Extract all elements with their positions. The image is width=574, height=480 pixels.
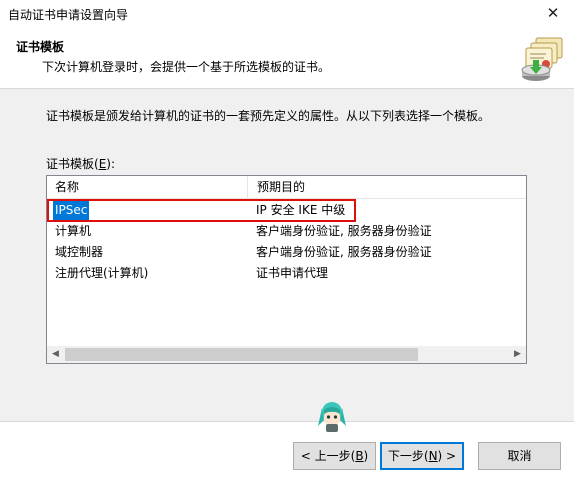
page-title: 证书模板: [16, 40, 65, 54]
list-item-name: 注册代理(计算机): [55, 266, 149, 280]
selection-highlight-box: [47, 199, 356, 222]
list-item-purpose: 客户端身份验证, 服务器身份验证: [256, 224, 432, 238]
back-button[interactable]: < 上一步(B): [293, 442, 376, 470]
list-item-enrollment-agent[interactable]: 注册代理(计算机) 证书申请代理: [47, 263, 526, 284]
scroll-right-icon[interactable]: ▶: [509, 346, 526, 363]
template-list-label: 证书模板(E):: [46, 157, 116, 171]
list-item-purpose: 客户端身份验证, 服务器身份验证: [256, 245, 432, 259]
column-header-purpose[interactable]: 预期目的: [249, 176, 526, 198]
cancel-button[interactable]: 取消: [478, 442, 561, 470]
list-item-purpose: 证书申请代理: [256, 266, 329, 280]
description-text: 证书模板是颁发给计算机的证书的一套预先定义的属性。从以下列表选择一个模板。: [46, 109, 491, 123]
list-item-name: 计算机: [55, 224, 92, 238]
list-item-name: 域控制器: [55, 245, 104, 259]
mascot-icon: [318, 402, 346, 432]
template-list[interactable]: 名称 预期目的 IPSec IP 安全 IKE 中级 计算机 客户端身份验证, …: [46, 175, 527, 364]
list-item-computer[interactable]: 计算机 客户端身份验证, 服务器身份验证: [47, 221, 526, 242]
wizard-body: 证书模板是颁发给计算机的证书的一套预先定义的属性。从以下列表选择一个模板。 证书…: [0, 89, 574, 421]
list-item-domain-controller[interactable]: 域控制器 客户端身份验证, 服务器身份验证: [47, 242, 526, 263]
next-button[interactable]: 下一步(N) >: [380, 442, 464, 470]
wizard-header: 证书模板 下次计算机登录时，会提供一个基于所选模板的证书。: [0, 28, 574, 88]
footer-divider: [0, 421, 574, 422]
page-subtitle: 下次计算机登录时，会提供一个基于所选模板的证书。: [42, 60, 331, 74]
scroll-left-icon[interactable]: ◀: [47, 346, 64, 363]
close-icon[interactable]: ✕: [538, 2, 568, 24]
scrollbar-thumb[interactable]: [65, 348, 418, 361]
certificate-icon: [521, 37, 563, 81]
horizontal-scrollbar[interactable]: ◀ ▶: [47, 346, 526, 363]
column-header-name[interactable]: 名称: [47, 176, 248, 198]
title-bar: 自动证书申请设置向导 ✕: [0, 0, 574, 28]
window-title: 自动证书申请设置向导: [8, 8, 129, 22]
list-header: 名称 预期目的: [47, 176, 526, 199]
